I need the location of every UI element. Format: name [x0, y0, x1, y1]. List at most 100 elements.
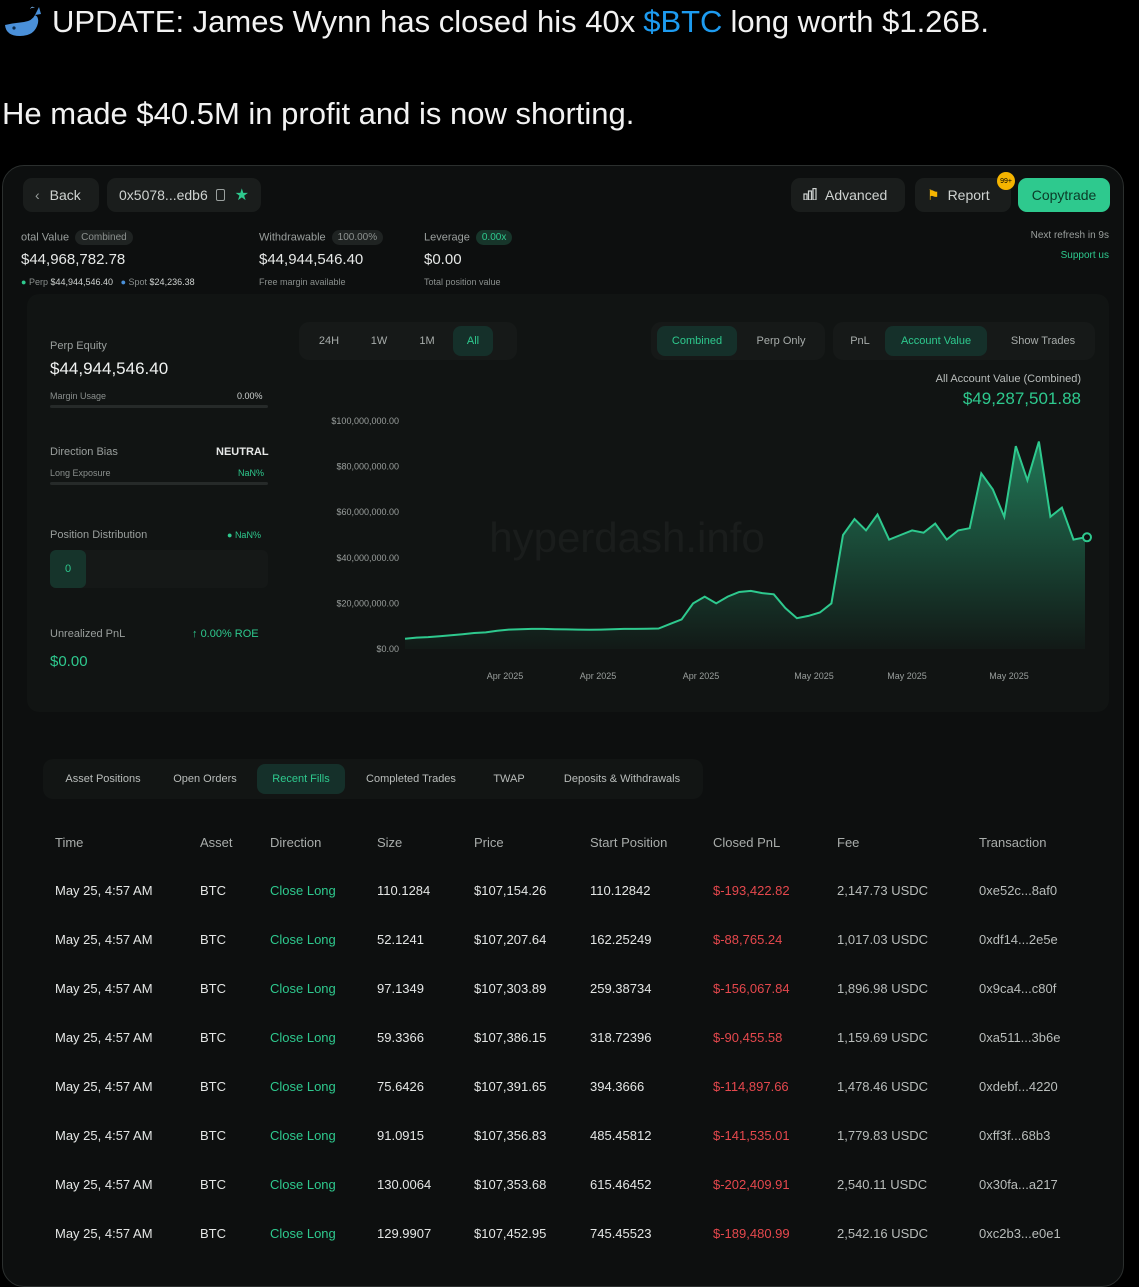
bar-chart-icon: [803, 187, 817, 203]
fill-time: May 25, 4:57 AM: [55, 1226, 153, 1241]
col-fee[interactable]: Fee: [837, 835, 859, 850]
fill-time: May 25, 4:57 AM: [55, 981, 153, 996]
hyperdash-screenshot: ‹ Back 0x5078...edb6 ★ Advanced ⚑ Report…: [2, 165, 1124, 1287]
fill-transaction-link[interactable]: 0xe52c...8af0: [979, 883, 1057, 898]
fill-fee: 2,540.11 USDC: [837, 1177, 928, 1192]
fill-price: $107,356.83: [474, 1128, 547, 1143]
col-direction[interactable]: Direction: [270, 835, 321, 850]
table-row[interactable]: [27, 1065, 1102, 1111]
fill-asset: BTC: [200, 1030, 226, 1045]
btc-cashtag-link[interactable]: $BTC: [643, 4, 722, 40]
fill-size: 59.3366: [377, 1030, 424, 1045]
address-chip[interactable]: 0x5078...edb6 ★: [107, 178, 261, 212]
fill-size: 110.1284: [377, 883, 431, 898]
perp-spot-breakdown: ● Perp $44,944,546.40 ● Spot $24,236.38: [21, 277, 195, 287]
x-tick-label: May 2025: [989, 671, 1029, 681]
fill-transaction-link[interactable]: 0xff3f...68b3: [979, 1128, 1050, 1143]
fill-time: May 25, 4:57 AM: [55, 1177, 153, 1192]
fill-closed-pnl: $-193,422.82: [713, 883, 790, 898]
tab-recent-fills[interactable]: Recent Fills: [257, 764, 345, 794]
fill-time: May 25, 4:57 AM: [55, 1030, 153, 1045]
tab-asset-positions[interactable]: Asset Positions: [47, 764, 159, 794]
leverage-tag: 0.00x: [475, 230, 513, 245]
fill-start-position: 318.72396: [590, 1030, 652, 1045]
x-tick-label: Apr 2025: [580, 671, 617, 681]
copy-icon[interactable]: [215, 189, 225, 201]
fill-direction: Close Long: [270, 883, 336, 898]
fill-asset: BTC: [200, 1177, 226, 1192]
col-closed-pnl[interactable]: Closed PnL: [713, 835, 780, 850]
col-start-position[interactable]: Start Position: [590, 835, 667, 850]
leverage-sub: Total position value: [424, 277, 501, 287]
tab-twap[interactable]: TWAP: [481, 764, 537, 794]
table-row[interactable]: [27, 967, 1102, 1013]
fill-time: May 25, 4:57 AM: [55, 932, 153, 947]
fill-transaction-link[interactable]: 0xdf14...2e5e: [979, 932, 1058, 947]
withdrawable-sub: Free margin available: [259, 277, 346, 287]
back-button[interactable]: ‹ Back: [23, 178, 99, 212]
advanced-button[interactable]: Advanced: [791, 178, 905, 212]
col-size[interactable]: Size: [377, 835, 402, 850]
total-value-label: otal Value Combined: [21, 230, 133, 245]
leverage-label: Leverage 0.00x: [424, 230, 513, 245]
col-transaction[interactable]: Transaction: [979, 835, 1046, 850]
tab-completed-trades[interactable]: Completed Trades: [355, 764, 467, 794]
fill-transaction-link[interactable]: 0xdebf...4220: [979, 1079, 1058, 1094]
fill-start-position: 110.12842: [590, 883, 651, 898]
y-tick-label: $100,000,000.00: [331, 416, 399, 426]
fill-fee: 1,159.69 USDC: [837, 1030, 929, 1045]
col-asset[interactable]: Asset: [200, 835, 233, 850]
support-link[interactable]: Support us: [1061, 250, 1109, 261]
fill-size: 129.9907: [377, 1226, 432, 1241]
report-badge: 99+: [997, 172, 1015, 190]
y-tick-label: $60,000,000.00: [336, 507, 399, 517]
fill-fee: 2,542.16 USDC: [837, 1226, 929, 1241]
report-label: Report: [947, 187, 990, 203]
fill-price: $107,207.64: [474, 932, 547, 947]
fill-size: 97.1349: [377, 981, 424, 996]
fill-direction: Close Long: [270, 1226, 336, 1241]
fill-transaction-link[interactable]: 0x30fa...a217: [979, 1177, 1058, 1192]
fill-asset: BTC: [200, 1226, 226, 1241]
fill-direction: Close Long: [270, 1128, 336, 1143]
fill-transaction-link[interactable]: 0xc2b3...e0e1: [979, 1226, 1061, 1241]
fill-fee: 2,147.73 USDC: [837, 883, 929, 898]
y-tick-label: $40,000,000.00: [336, 553, 399, 563]
fill-closed-pnl: $-90,455.58: [713, 1030, 783, 1045]
fill-time: May 25, 4:57 AM: [55, 883, 153, 898]
fill-direction: Close Long: [270, 1177, 336, 1192]
whale-icon: [0, 0, 44, 44]
star-icon[interactable]: ★: [235, 185, 249, 205]
table-row[interactable]: [27, 1212, 1102, 1258]
x-tick-label: May 2025: [794, 671, 834, 681]
leverage-value: $0.00: [424, 251, 462, 268]
withdrawable-tag: 100.00%: [331, 230, 384, 245]
fill-transaction-link[interactable]: 0x9ca4...c80f: [979, 981, 1056, 996]
table-row[interactable]: [27, 1163, 1102, 1209]
table-row[interactable]: [27, 1016, 1102, 1062]
table-row[interactable]: [27, 869, 1102, 915]
fill-asset: BTC: [200, 1128, 226, 1143]
col-time[interactable]: Time: [55, 835, 83, 850]
fill-size: 91.0915: [377, 1128, 424, 1143]
x-tick-label: Apr 2025: [487, 671, 524, 681]
fill-closed-pnl: $-114,897.66: [713, 1079, 789, 1094]
fill-direction: Close Long: [270, 932, 336, 947]
fill-price: $107,452.95: [474, 1226, 547, 1241]
tab-open-orders[interactable]: Open Orders: [163, 764, 247, 794]
col-price[interactable]: Price: [474, 835, 504, 850]
tab-deposits-withdrawals[interactable]: Deposits & Withdrawals: [547, 764, 697, 794]
fill-direction: Close Long: [270, 1030, 336, 1045]
account-value-chart: hyperdash.info $100,000,000.00 $80,000,00…: [331, 416, 1092, 681]
x-tick-label: May 2025: [887, 671, 927, 681]
table-row[interactable]: [27, 1114, 1102, 1160]
tweet-suffix: long worth $1.26B.: [730, 4, 989, 39]
fill-transaction-link[interactable]: 0xa511...3b6e: [979, 1030, 1060, 1045]
fill-price: $107,303.89: [474, 981, 547, 996]
advanced-label: Advanced: [825, 187, 888, 203]
copytrade-button[interactable]: Copytrade: [1018, 178, 1110, 212]
fill-start-position: 615.46452: [590, 1177, 652, 1192]
fill-start-position: 162.25249: [590, 932, 652, 947]
fill-price: $107,391.65: [474, 1079, 547, 1094]
table-row[interactable]: [27, 918, 1102, 964]
